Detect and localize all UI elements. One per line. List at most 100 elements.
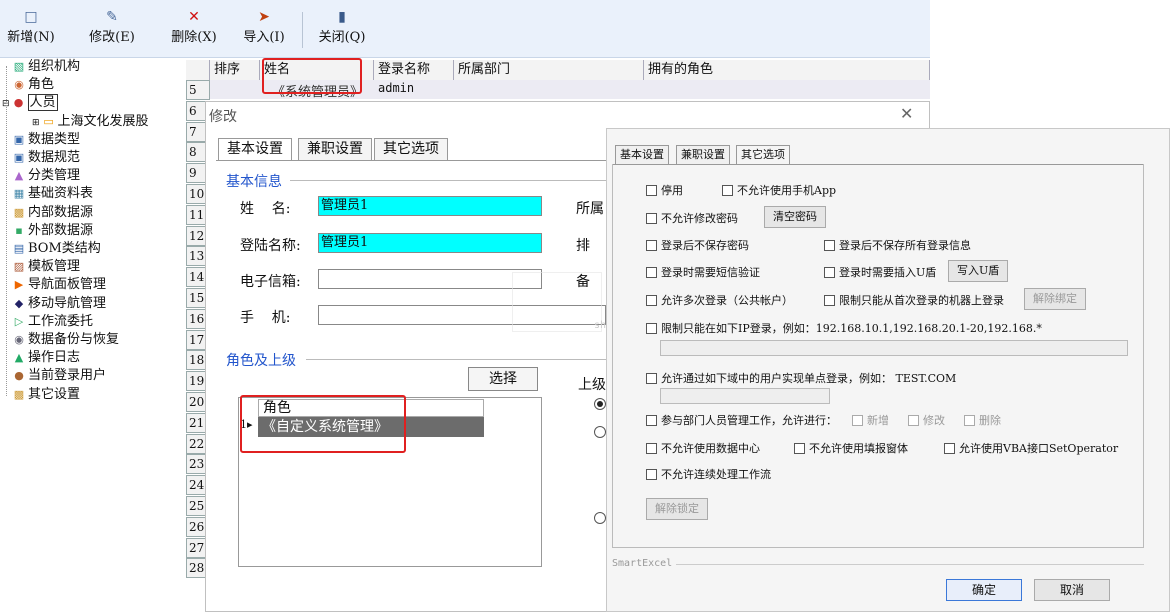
tree-item[interactable]: ▨ 模板管理 (12, 258, 80, 276)
no-continuous-wf-checkbox[interactable]: 不允许连续处理工作流 (646, 466, 771, 482)
no-datacenter-checkbox[interactable]: 不允许使用数据中心 (646, 440, 760, 456)
no-change-pwd-checkbox[interactable]: 不允许修改密码 (646, 210, 738, 226)
table-icon: ▦ (13, 187, 25, 201)
highlight-name (262, 58, 362, 94)
superior-radio-2[interactable] (594, 426, 606, 438)
tree-item[interactable]: ▩ 其它设置 (12, 386, 80, 404)
superior-radio-3[interactable] (594, 512, 606, 524)
add-button[interactable]: □ 新增(N) (4, 8, 58, 52)
expand-icon[interactable]: ⊞ (32, 118, 40, 128)
dept-add-checkbox[interactable]: 新增 (852, 412, 889, 428)
row-number[interactable]: 5 (186, 80, 210, 100)
dialog-close-icon[interactable]: ✕ (900, 104, 913, 123)
folder-icon: ▭ (43, 114, 54, 128)
tree-item[interactable]: ▪ 外部数据源 (12, 222, 93, 240)
tree-item[interactable]: ◉ 数据备份与恢复 (12, 331, 119, 349)
sort-label: 排 (576, 238, 590, 254)
footer-label: SmartExcel (612, 558, 673, 569)
tab-other[interactable]: 其它选项 (374, 138, 448, 160)
tree-item[interactable]: ▲ 分类管理 (12, 167, 80, 185)
no-form-window-checkbox[interactable]: 不允许使用填报窗体 (794, 440, 908, 456)
tab-parttime[interactable]: 兼职设置 (298, 138, 372, 160)
users-icon: ● (14, 369, 24, 383)
org-icon: ▧ (13, 60, 25, 73)
select-button[interactable]: 选择 (468, 367, 538, 391)
sso-checkbox[interactable]: 允许通过如下域中的用户实现单点登录，例如： TEST.COM (646, 370, 956, 386)
row-login: admin (378, 81, 415, 95)
tree-item[interactable]: ▷ 工作流委托 (12, 313, 93, 331)
mobile-icon: ◆ (14, 296, 24, 310)
sms-checkbox[interactable]: 登录时需要短信验证 (646, 264, 760, 280)
disable-checkbox[interactable]: 停用 (646, 182, 683, 198)
tree-item[interactable]: ⊟ ● 人员 (2, 94, 58, 112)
ukey-checkbox[interactable]: 登录时需要插入U盾 (824, 264, 936, 280)
tree-item-label: 上海文化发展股 (57, 113, 149, 129)
close-button[interactable]: ▮ 关闭(Q) (314, 8, 370, 52)
unbind-button[interactable]: 解除绑定 (1024, 288, 1086, 310)
tree-item-label: 人员 (27, 94, 58, 112)
tree-item[interactable]: ● 当前登录用户 (12, 367, 106, 385)
cancel-button[interactable]: 取消 (1034, 579, 1110, 601)
no-mobile-checkbox[interactable]: 不允许使用手机App (722, 182, 836, 198)
section-divider (290, 180, 606, 181)
multi-login-checkbox[interactable]: 允许多次登录（公共帐户） (646, 292, 793, 308)
write-ukey-button[interactable]: 写入U盾 (948, 260, 1009, 282)
spec-icon: ▣ (13, 151, 25, 164)
dept-label: 所属 (576, 201, 604, 217)
tree-item[interactable]: ▣ 数据类型 (12, 131, 80, 149)
no-save-pwd-checkbox[interactable]: 登录后不保存密码 (646, 237, 749, 253)
clear-pwd-button[interactable]: 清空密码 (764, 206, 826, 228)
name-label: 姓 名: (240, 201, 291, 217)
email-input[interactable] (318, 269, 542, 289)
tree-item[interactable]: ▤ BOM类结构 (12, 240, 101, 258)
tree-item[interactable]: ▶ 导航面板管理 (12, 276, 106, 294)
workflow-icon: ▷ (14, 314, 24, 328)
tree-item[interactable]: ▧ 组织机构 (12, 58, 80, 76)
tab2-basic[interactable]: 基本设置 (615, 145, 669, 165)
login-input[interactable]: 管理员1 (318, 233, 542, 253)
tree-item-label: 角色 (28, 77, 55, 93)
tree-item[interactable]: ◆ 移动导航管理 (12, 295, 106, 313)
unlock-button[interactable]: 解除锁定 (646, 498, 708, 520)
login-label: 登陆名称: (240, 238, 301, 254)
name-input[interactable]: 管理员1 (318, 196, 542, 216)
delete-button[interactable]: ✕ 删除(X) (166, 8, 222, 52)
tab2-other[interactable]: 其它选项 (736, 145, 790, 165)
person-icon: ● (13, 96, 24, 110)
allow-vba-checkbox[interactable]: 允许使用VBA接口SetOperator (944, 440, 1118, 456)
tree-item-label: 分类管理 (28, 168, 81, 184)
nav-tree: ▧ 组织机构 ◉ 角色 ⊟ ● 人员 ⊞ ▭ 上海文化发展股 ▣ 数据类型 ▣ 数据规范 ▲ 分类管理 ▦ 基础资… (0, 58, 186, 612)
tree-item-label: 基础资料表 (28, 186, 94, 202)
tree-item-label: 其它设置 (28, 386, 81, 402)
dept-mgmt-checkbox[interactable]: 参与部门人员管理工作，允许进行： (646, 412, 837, 428)
tab2-parttime[interactable]: 兼职设置 (676, 145, 730, 165)
grid-header-login[interactable]: 登录名称 (374, 60, 454, 80)
tree-item[interactable]: ⊞ ▭ 上海文化发展股 (32, 113, 149, 131)
grid-header-roles[interactable]: 拥有的角色 (644, 60, 930, 80)
section-basic-title: 基本信息 (226, 174, 282, 190)
tree-item[interactable]: ▣ 数据规范 (12, 149, 80, 167)
tree-item[interactable]: ▩ 内部数据源 (12, 204, 93, 222)
ip-limit-checkbox[interactable]: 限制只能在如下IP登录，例如：192.168.10.1,192.168.20.1… (646, 320, 1042, 336)
tree-item[interactable]: ▦ 基础资料表 (12, 185, 93, 203)
tree-item-label: 当前登录用户 (28, 368, 107, 384)
tree-item-label: 模板管理 (28, 259, 81, 275)
no-save-all-checkbox[interactable]: 登录后不保存所有登录信息 (824, 237, 971, 253)
import-button[interactable]: ➤ 导入(I) (236, 8, 292, 52)
tree-item-label: 移动导航管理 (28, 295, 107, 311)
superior-radio-1[interactable] (594, 398, 606, 410)
tree-item[interactable]: ▲ 操作日志 (12, 349, 80, 367)
grid-header-sort[interactable]: 排序 (210, 60, 260, 80)
template-icon: ▨ (13, 260, 25, 274)
datatype-icon: ▣ (13, 132, 25, 146)
ip-input[interactable] (660, 340, 1128, 356)
edit-button[interactable]: ✎ 修改(E) (68, 8, 156, 52)
ok-button[interactable]: 确定 (946, 579, 1022, 601)
first-machine-checkbox[interactable]: 限制只能从首次登录的机器上登录 (824, 292, 1004, 308)
dept-del-checkbox[interactable]: 删除 (964, 412, 1001, 428)
tab-basic[interactable]: 基本设置 (218, 138, 292, 160)
dept-edit-checkbox[interactable]: 修改 (908, 412, 945, 428)
grid-header-dept[interactable]: 所属部门 (454, 60, 644, 80)
sso-input[interactable] (660, 388, 830, 404)
tree-item[interactable]: ◉ 角色 (12, 76, 54, 94)
